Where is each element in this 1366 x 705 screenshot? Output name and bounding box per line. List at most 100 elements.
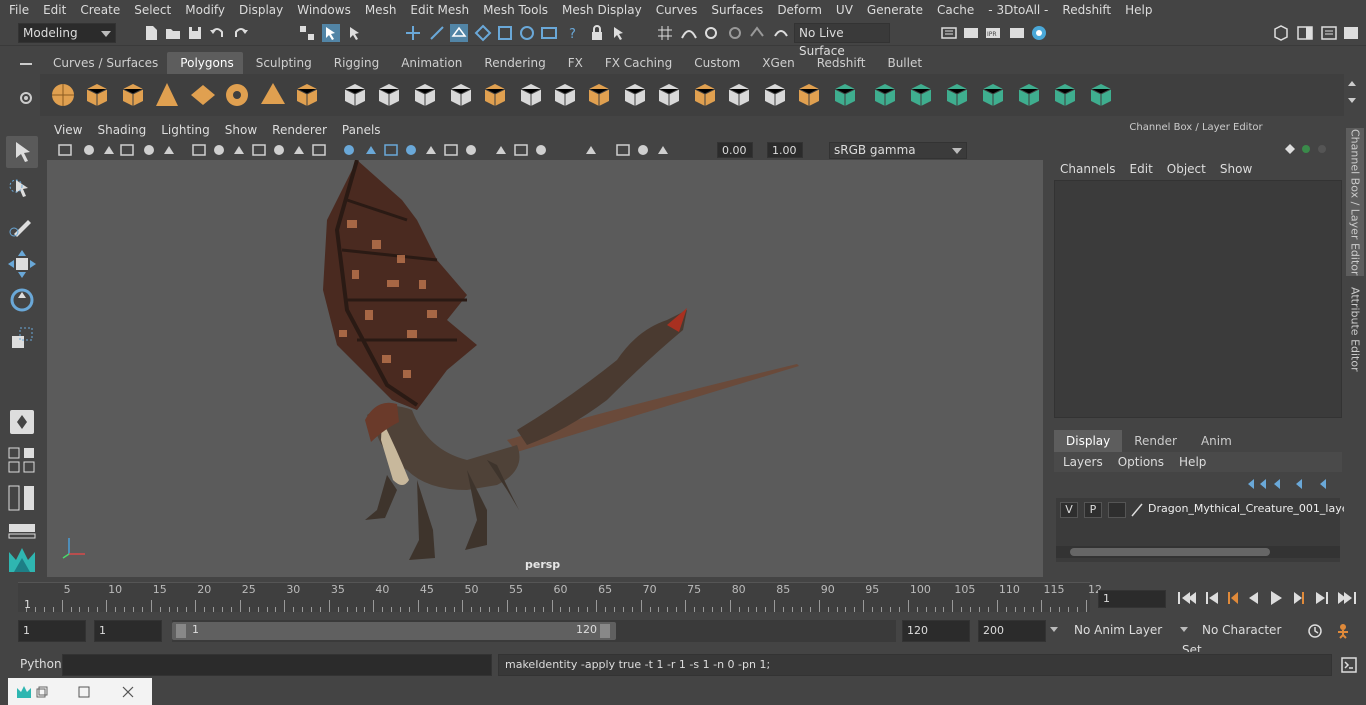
shelf-bool-icon[interactable] (584, 80, 614, 110)
restore-icon[interactable] (34, 684, 50, 700)
channel-box-toggle-icons[interactable] (1284, 142, 1334, 156)
menu-3dtoall[interactable]: - 3DtoAll - (979, 3, 1053, 17)
shelf-cone-icon[interactable] (152, 80, 182, 110)
shelf-bridge-icon[interactable] (516, 80, 546, 110)
shelf-tab-animation[interactable]: Animation (388, 52, 471, 74)
menu-file[interactable]: File (0, 3, 34, 17)
toggle-panel-icon[interactable] (1296, 24, 1314, 42)
rotate-tool-icon[interactable] (6, 284, 38, 316)
range-slider[interactable]: 1 120 (172, 620, 896, 642)
save-scene-icon[interactable] (186, 24, 204, 42)
viewport-depth-of-field-icon[interactable] (533, 142, 549, 158)
snap-live-icon[interactable] (772, 24, 790, 42)
playback-start-field[interactable]: 1 (94, 620, 162, 642)
viewport-xray-components-icon[interactable] (655, 142, 671, 158)
layer-buttons-icons[interactable] (1244, 476, 1336, 492)
viewport-textured-icon[interactable] (403, 142, 419, 158)
tab-channel-box[interactable]: Channel Box / Layer Editor (1346, 128, 1364, 276)
viewport-camera-attrs-icon[interactable] (81, 142, 97, 158)
menu-windows[interactable]: Windows (288, 3, 356, 17)
menu-uv[interactable]: UV (827, 3, 858, 17)
maximize-icon[interactable] (76, 684, 92, 700)
viewport-2d-pan-icon[interactable] (141, 142, 157, 158)
shelf-tab-sculpting[interactable]: Sculpting (243, 52, 321, 74)
snap-grid-icon[interactable] (656, 24, 674, 42)
shelf-tab-redshift[interactable]: Redshift (804, 52, 875, 74)
shelf-sphere-icon[interactable] (48, 80, 78, 110)
shelf-sculpt-tool-icon[interactable] (724, 80, 754, 110)
viewport-grid-icon[interactable] (191, 142, 207, 158)
menu-select[interactable]: Select (125, 3, 176, 17)
viewport-3d[interactable]: persp (47, 160, 1043, 577)
layer-tab-render[interactable]: Render (1122, 430, 1189, 452)
menu-edit[interactable]: Edit (34, 3, 71, 17)
shelf-multi-cut-icon[interactable] (620, 80, 650, 110)
layout-grid-icon[interactable] (6, 444, 38, 476)
menu-create[interactable]: Create (71, 3, 125, 17)
viewport-xray-joints-icon[interactable] (635, 142, 651, 158)
shelf-auto-map-icon[interactable] (942, 80, 972, 110)
viewport-film-gate-icon[interactable] (211, 142, 227, 158)
menu-deform[interactable]: Deform (768, 3, 827, 17)
viewport-image-plane-icon[interactable] (119, 142, 135, 158)
layer-visibility-toggle[interactable]: V (1060, 502, 1078, 518)
shelf-menu-icon[interactable] (18, 56, 34, 72)
current-frame-field[interactable]: 1 (1098, 590, 1166, 608)
panel-menu-show[interactable]: Show (216, 123, 263, 137)
menu-cache[interactable]: Cache (928, 3, 979, 17)
render-settings-icon[interactable] (940, 24, 958, 42)
snap-surface-icon[interactable] (748, 24, 766, 42)
snap-curve-icon[interactable] (680, 24, 698, 42)
shelf-append-icon[interactable] (760, 80, 790, 110)
shelf-tab-rendering[interactable]: Rendering (471, 52, 554, 74)
shelf-tab-rigging[interactable]: Rigging (321, 52, 388, 74)
edge-mode-icon[interactable] (428, 24, 446, 42)
color-space-dropdown[interactable]: sRGB gamma (829, 142, 967, 159)
viewport-bookmarks-icon[interactable] (101, 142, 117, 158)
toggle-toolsettings-icon[interactable] (1342, 24, 1360, 42)
panel-menu-shading[interactable]: Shading (88, 123, 152, 137)
menu-generate[interactable]: Generate (858, 3, 928, 17)
panel-menu-renderer[interactable]: Renderer (263, 123, 333, 137)
script-language-label[interactable]: Python (20, 657, 62, 671)
script-editor-icon[interactable] (1340, 656, 1358, 674)
undo-icon[interactable] (208, 24, 226, 42)
viewport-safe-action-icon[interactable] (291, 142, 307, 158)
viewport-field-chart-icon[interactable] (271, 142, 287, 158)
show-manipulator-icon[interactable] (6, 406, 38, 438)
menu-curves[interactable]: Curves (647, 3, 703, 17)
viewport-safe-title-icon[interactable] (311, 142, 327, 158)
shelf-tab-fx[interactable]: FX (555, 52, 592, 74)
shelf-uv-editor-icon[interactable] (906, 80, 936, 110)
snap-view-icon[interactable] (726, 24, 744, 42)
paint-select-tool-icon[interactable] (6, 210, 38, 242)
render-frame-icon[interactable] (962, 24, 980, 42)
viewport-resolution-gate-icon[interactable] (231, 142, 247, 158)
mode-dropdown[interactable]: Modeling (18, 23, 116, 43)
workspace-icon[interactable] (1272, 24, 1290, 42)
shelf-smooth-icon[interactable] (446, 80, 476, 110)
shelf-extract-icon[interactable] (410, 80, 440, 110)
component-select-icon[interactable] (346, 24, 364, 42)
viewport-grease-pencil-icon[interactable] (161, 142, 177, 158)
menu-mesh-display[interactable]: Mesh Display (553, 3, 647, 17)
hierarchy-select-icon[interactable] (298, 24, 316, 42)
panel-menu-panels[interactable]: Panels (333, 123, 387, 137)
channel-box-area[interactable] (1054, 180, 1342, 418)
toggle-attribute-icon[interactable] (1320, 24, 1338, 42)
vertex-mode-icon[interactable] (404, 24, 422, 42)
channel-menu-edit[interactable]: Edit (1124, 162, 1161, 176)
channel-menu-show[interactable]: Show (1214, 162, 1260, 176)
render-view-icon[interactable] (1008, 24, 1026, 42)
menu-help[interactable]: Help (1116, 3, 1157, 17)
layout-two-pane-icon[interactable] (6, 482, 38, 514)
move-tool-icon[interactable] (6, 248, 38, 280)
redo-icon[interactable] (232, 24, 250, 42)
channel-menu-channels[interactable]: Channels (1054, 162, 1124, 176)
shelf-tab-fx-caching[interactable]: FX Caching (592, 52, 681, 74)
scale-tool-icon[interactable] (6, 322, 38, 354)
menu-modify[interactable]: Modify (176, 3, 230, 17)
maya-app-icon[interactable] (16, 684, 32, 700)
object-select-icon[interactable] (322, 24, 340, 42)
viewport-xray-icon[interactable] (615, 142, 631, 158)
